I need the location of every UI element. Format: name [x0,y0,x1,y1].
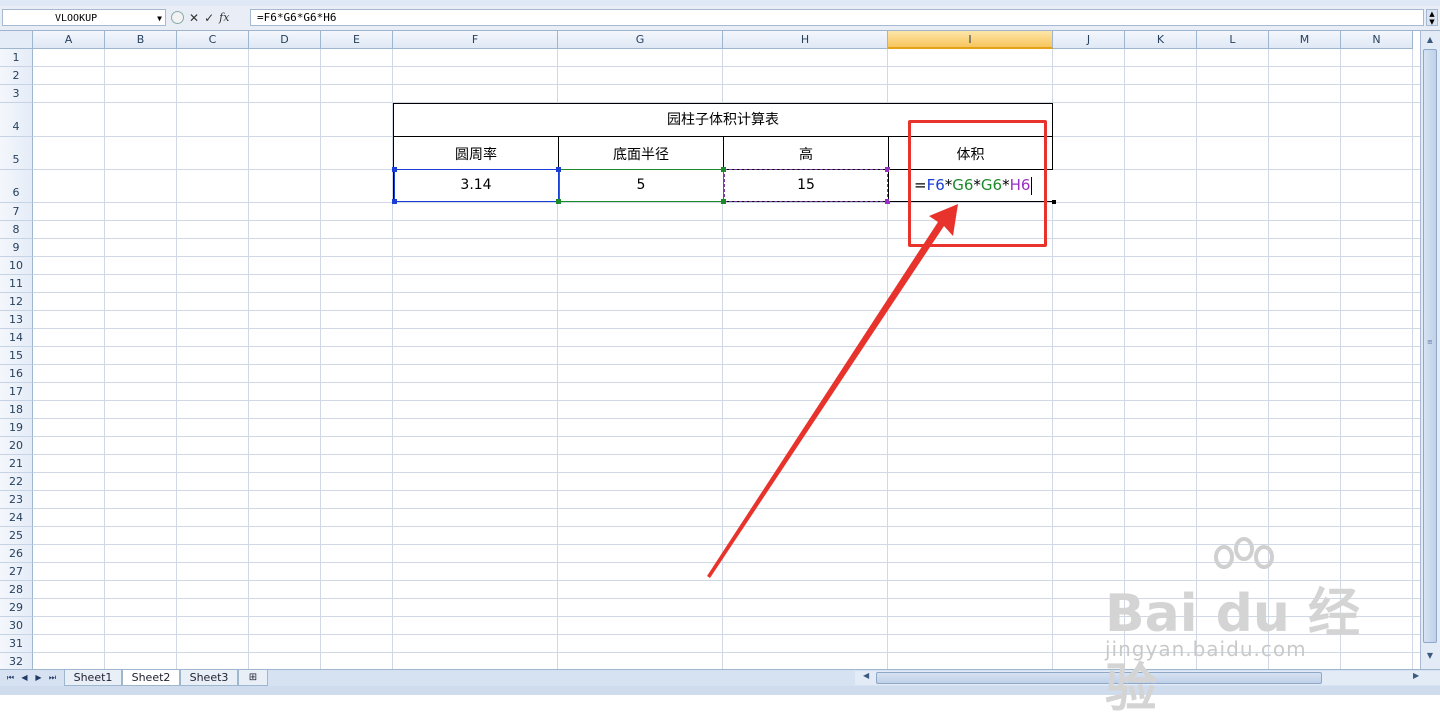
next-sheet-icon[interactable]: ▶ [33,671,44,685]
scroll-left-icon[interactable]: ◀ [863,671,869,680]
tab-sheet3[interactable]: Sheet3 [180,670,238,686]
vertical-scrollbar[interactable]: ▲ ≡ ▼ [1420,31,1440,669]
last-sheet-icon[interactable]: ⏭ [47,671,58,685]
first-sheet-icon[interactable]: ⏮ [5,671,16,685]
prev-sheet-icon[interactable]: ◀ [19,671,30,685]
scroll-right-icon[interactable]: ▶ [1413,671,1419,680]
scroll-down-icon[interactable]: ▼ [1423,649,1437,662]
tab-sheet2[interactable]: Sheet2 [122,670,180,686]
baidu-watermark-logo: Bai du 经验 jingyan.baidu.com [1105,537,1365,719]
vertical-scroll-thumb[interactable]: ≡ [1423,49,1437,643]
watermark-url: jingyan.baidu.com [1105,637,1307,661]
insert-sheet-icon[interactable]: ⊞ [238,670,268,686]
scroll-up-icon[interactable]: ▲ [1423,33,1437,46]
tab-sheet1[interactable]: Sheet1 [64,670,122,686]
